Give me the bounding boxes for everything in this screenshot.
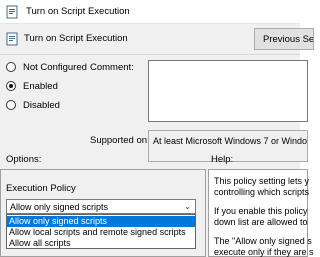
execution-policy-select[interactable]: Allow only signed scripts ⌄ — [6, 199, 196, 214]
help-text-line: down list are allowed to — [214, 217, 308, 227]
help-text-line: The "Allow only signed s — [214, 236, 312, 246]
policy-title: Turn on Script Execution — [24, 33, 128, 44]
comment-field[interactable] — [148, 60, 308, 122]
radio-button[interactable] — [6, 62, 16, 72]
policy-icon — [6, 5, 18, 19]
dropdown-option-signed[interactable]: Allow only signed scripts — [7, 216, 195, 227]
radio-label: Not Configured — [23, 61, 87, 73]
options-label: Options: — [6, 154, 42, 165]
radio-button[interactable] — [6, 81, 16, 91]
title-bar: Turn on Script Execution — [0, 0, 300, 24]
previous-setting-button[interactable]: Previous Se — [254, 28, 314, 50]
selected-value: Allow only signed scripts — [10, 202, 109, 212]
radio-label: Enabled — [23, 80, 58, 92]
dropdown-option-local-remote-signed[interactable]: Allow local scripts and remote signed sc… — [7, 227, 195, 238]
policy-editor-content: Turn on Script Execution Previous Se Not… — [0, 24, 314, 257]
help-label: Help: — [211, 154, 234, 165]
help-text-line: controlling which scripts — [214, 187, 310, 197]
help-text-line: execute only if they are s — [214, 247, 314, 257]
divider — [0, 54, 300, 55]
radio-not-configured[interactable]: Not Configured — [6, 61, 87, 73]
chevron-down-icon[interactable]: ⌄ — [184, 202, 191, 211]
radio-button[interactable] — [6, 100, 16, 110]
window-title: Turn on Script Execution — [26, 6, 130, 17]
execution-policy-label: Execution Policy — [6, 183, 76, 194]
comment-label: Comment: — [90, 62, 134, 73]
dropdown-option-all[interactable]: Allow all scripts — [7, 238, 195, 249]
radio-enabled[interactable]: Enabled — [6, 80, 58, 92]
policy-icon — [6, 32, 18, 46]
help-text-line: This policy setting lets y — [214, 176, 310, 186]
help-text-line: If you enable this policy — [214, 206, 308, 216]
radio-label: Disabled — [23, 99, 60, 111]
execution-policy-dropdown: Allow only signed scripts Allow local sc… — [6, 214, 196, 249]
radio-disabled[interactable]: Disabled — [6, 99, 60, 111]
supported-on-label: Supported on: — [90, 135, 150, 146]
